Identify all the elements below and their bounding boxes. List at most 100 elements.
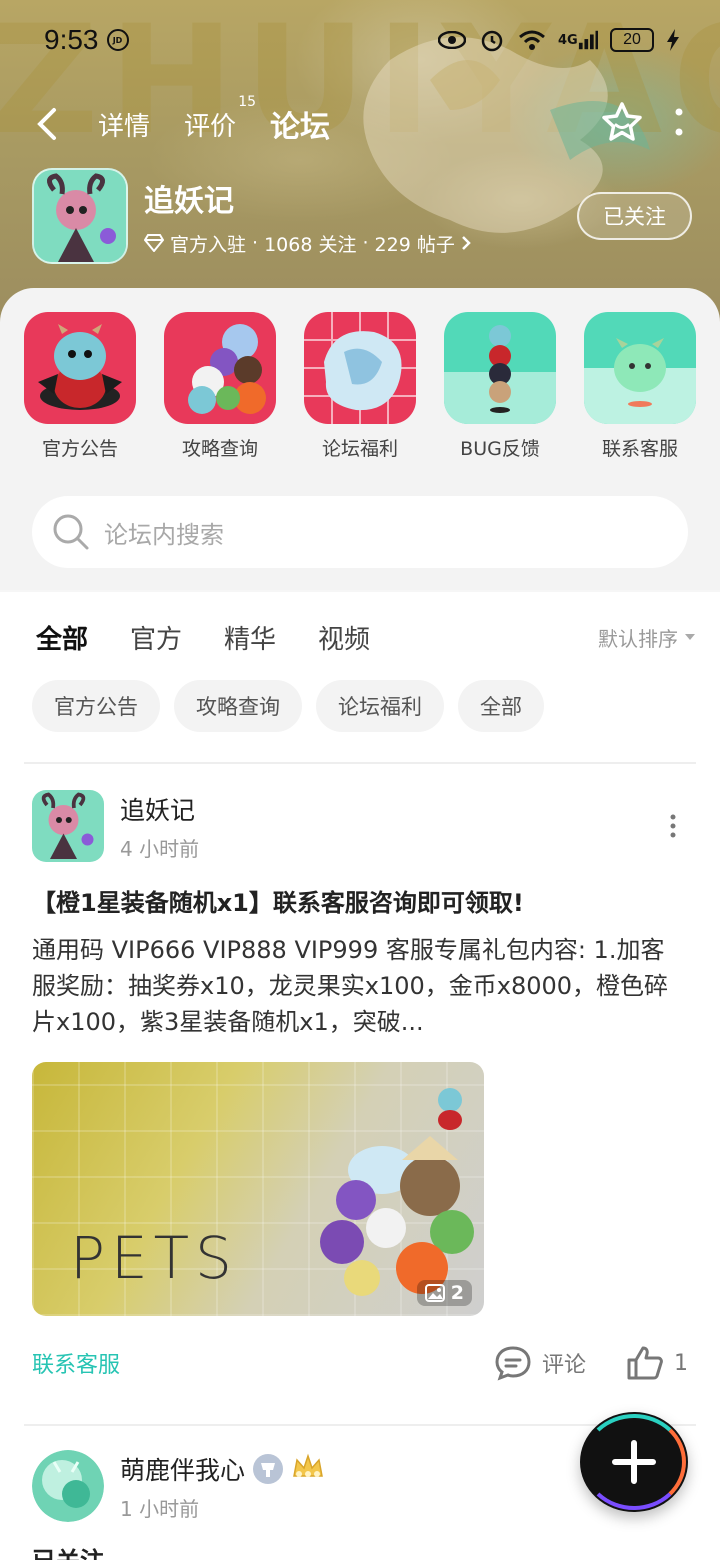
pets-group-icon	[164, 312, 276, 424]
post-image[interactable]: PETS 2	[32, 1062, 484, 1316]
thumbs-up-icon	[627, 1346, 663, 1380]
charging-icon	[666, 28, 680, 52]
crown-badge-icon	[291, 1452, 325, 1486]
search-icon	[53, 514, 89, 550]
chevron-right-icon	[461, 236, 471, 250]
post-card[interactable]: 追妖记 4 小时前 【橙1星装备随机x1】联系客服咨询即可领取! 通用码 VIP…	[32, 790, 688, 1388]
game-info: 追妖记 官方入驻 · 1068 关注 · 229 帖子 已关注	[32, 168, 692, 264]
feed-tab-all[interactable]: 全部	[36, 619, 88, 660]
quick-item-guides[interactable]: 攻略查询	[164, 312, 276, 461]
status-time: 9:53	[44, 24, 99, 55]
quick-item-label: BUG反馈	[460, 438, 540, 460]
wifi-icon	[518, 28, 546, 52]
post-body: 通用码 VIP666 VIP888 VIP999 客服专属礼包内容: 1.加客服…	[32, 936, 669, 1036]
chip-announcements[interactable]: 官方公告	[32, 680, 160, 732]
quick-item-announcements[interactable]: 官方公告	[24, 312, 136, 461]
more-vertical-icon	[675, 108, 683, 136]
quick-item-label: 联系客服	[601, 438, 678, 460]
star-icon	[602, 102, 642, 141]
post-time: 1 小时前	[120, 1496, 200, 1521]
divider	[24, 762, 696, 764]
new-post-button[interactable]	[580, 1412, 688, 1512]
quick-item-label: 论坛福利	[321, 438, 398, 460]
status-bar: 9:53 JD 4G 20	[0, 0, 720, 80]
tab-details-label: 详情	[98, 111, 151, 142]
comment-label: 评论	[541, 1353, 586, 1378]
like-button[interactable]: 1	[626, 1345, 688, 1381]
chip-all[interactable]: 全部	[458, 680, 544, 732]
quick-menu-panel: 官方公告 攻略查询 论坛福利 BUG反馈 联系客服 论坛内搜索	[0, 288, 720, 590]
comment-button[interactable]: 评论	[494, 1345, 586, 1381]
image-count: 2	[416, 1280, 472, 1306]
green-dragon-mascot-icon	[584, 312, 696, 424]
more-vertical-icon	[670, 814, 676, 838]
official-label: 官方入驻	[170, 233, 247, 256]
ice-creature-icon	[304, 312, 416, 424]
quick-menu: 官方公告 攻略查询 论坛福利 BUG反馈 联系客服	[24, 312, 696, 461]
network-type: 4G	[558, 32, 578, 48]
quick-item-bug-report[interactable]: BUG反馈	[444, 312, 556, 461]
image-icon	[424, 1284, 445, 1302]
alarm-icon	[478, 28, 506, 52]
totem-stack-icon	[444, 312, 556, 424]
like-count: 1	[674, 1350, 688, 1376]
battery-indicator: 20	[610, 28, 654, 52]
chip-benefits[interactable]: 论坛福利	[316, 680, 444, 732]
blue-dragon-mascot-icon	[24, 312, 136, 424]
sort-label: 默认排序	[598, 626, 678, 651]
level-badge-icon	[253, 1453, 284, 1484]
forum-search-bar[interactable]: 论坛内搜索	[32, 496, 688, 568]
fab-ring	[582, 1414, 686, 1510]
forum-feed: 全部 官方 精华 视频 默认排序 官方公告 攻略查询 论坛福利 全部 追妖记 4…	[0, 592, 720, 1560]
followers-count: 1068 关注	[264, 233, 357, 256]
comment-icon	[495, 1346, 531, 1381]
quick-item-customer-service[interactable]: 联系客服	[584, 312, 696, 461]
post-title: 已关注	[32, 1544, 688, 1560]
game-mascot-icon	[32, 790, 104, 862]
meta-separator: ·	[362, 232, 369, 254]
caret-down-icon	[685, 634, 695, 640]
follow-button[interactable]: 已关注	[577, 192, 692, 240]
more-menu-button[interactable]	[674, 107, 684, 141]
sort-dropdown[interactable]: 默认排序	[598, 623, 696, 652]
favorite-star-button[interactable]	[600, 101, 644, 147]
image-pets-text: PETS	[70, 1224, 238, 1292]
back-button[interactable]	[36, 104, 70, 144]
signal-icon: 4G	[558, 28, 598, 52]
pets-collage-icon	[320, 1088, 474, 1296]
author-avatar[interactable]	[32, 790, 104, 862]
diamond-icon	[144, 234, 164, 252]
game-meta[interactable]: 官方入驻 · 1068 关注 · 229 帖子	[144, 230, 471, 257]
top-nav: 详情 评价 15 论坛	[0, 92, 720, 156]
game-app-icon[interactable]	[32, 168, 128, 264]
feed-tab-featured[interactable]: 精华	[224, 619, 276, 656]
post-tag[interactable]: 联系客服	[32, 1347, 120, 1379]
image-count-value: 2	[450, 1282, 464, 1304]
feed-tab-official[interactable]: 官方	[130, 619, 182, 656]
eye-icon	[438, 28, 466, 52]
tab-forum[interactable]: 论坛	[264, 98, 336, 150]
quick-item-benefits[interactable]: 论坛福利	[304, 312, 416, 461]
author-name[interactable]: 追妖记	[120, 791, 199, 827]
chevron-left-icon	[37, 108, 56, 140]
game-mascot-icon	[34, 170, 126, 262]
reviews-count: 15	[238, 93, 257, 110]
author-name[interactable]: 萌鹿伴我心	[120, 1451, 325, 1487]
tab-reviews[interactable]: 评价 15	[178, 94, 256, 147]
jd-app-icon: JD	[106, 29, 129, 51]
posts-count: 229 帖子	[374, 233, 455, 256]
tab-forum-label: 论坛	[270, 110, 331, 145]
post-more-button[interactable]	[658, 814, 688, 838]
meta-separator: ·	[252, 232, 259, 254]
tab-details[interactable]: 详情	[92, 102, 156, 147]
feed-tab-video[interactable]: 视频	[318, 619, 370, 656]
quick-item-label: 官方公告	[41, 438, 118, 460]
post-time: 4 小时前	[120, 836, 200, 861]
tab-reviews-label: 评价	[184, 111, 237, 142]
post-title: 【橙1星装备随机x1】联系客服咨询即可领取!	[32, 889, 524, 917]
author-avatar[interactable]	[32, 1450, 104, 1522]
game-title: 追妖记	[144, 183, 234, 219]
chip-guides[interactable]: 攻略查询	[174, 680, 302, 732]
quick-item-label: 攻略查询	[181, 438, 258, 460]
feed-tabs: 全部 官方 精华 视频 默认排序	[36, 612, 696, 662]
